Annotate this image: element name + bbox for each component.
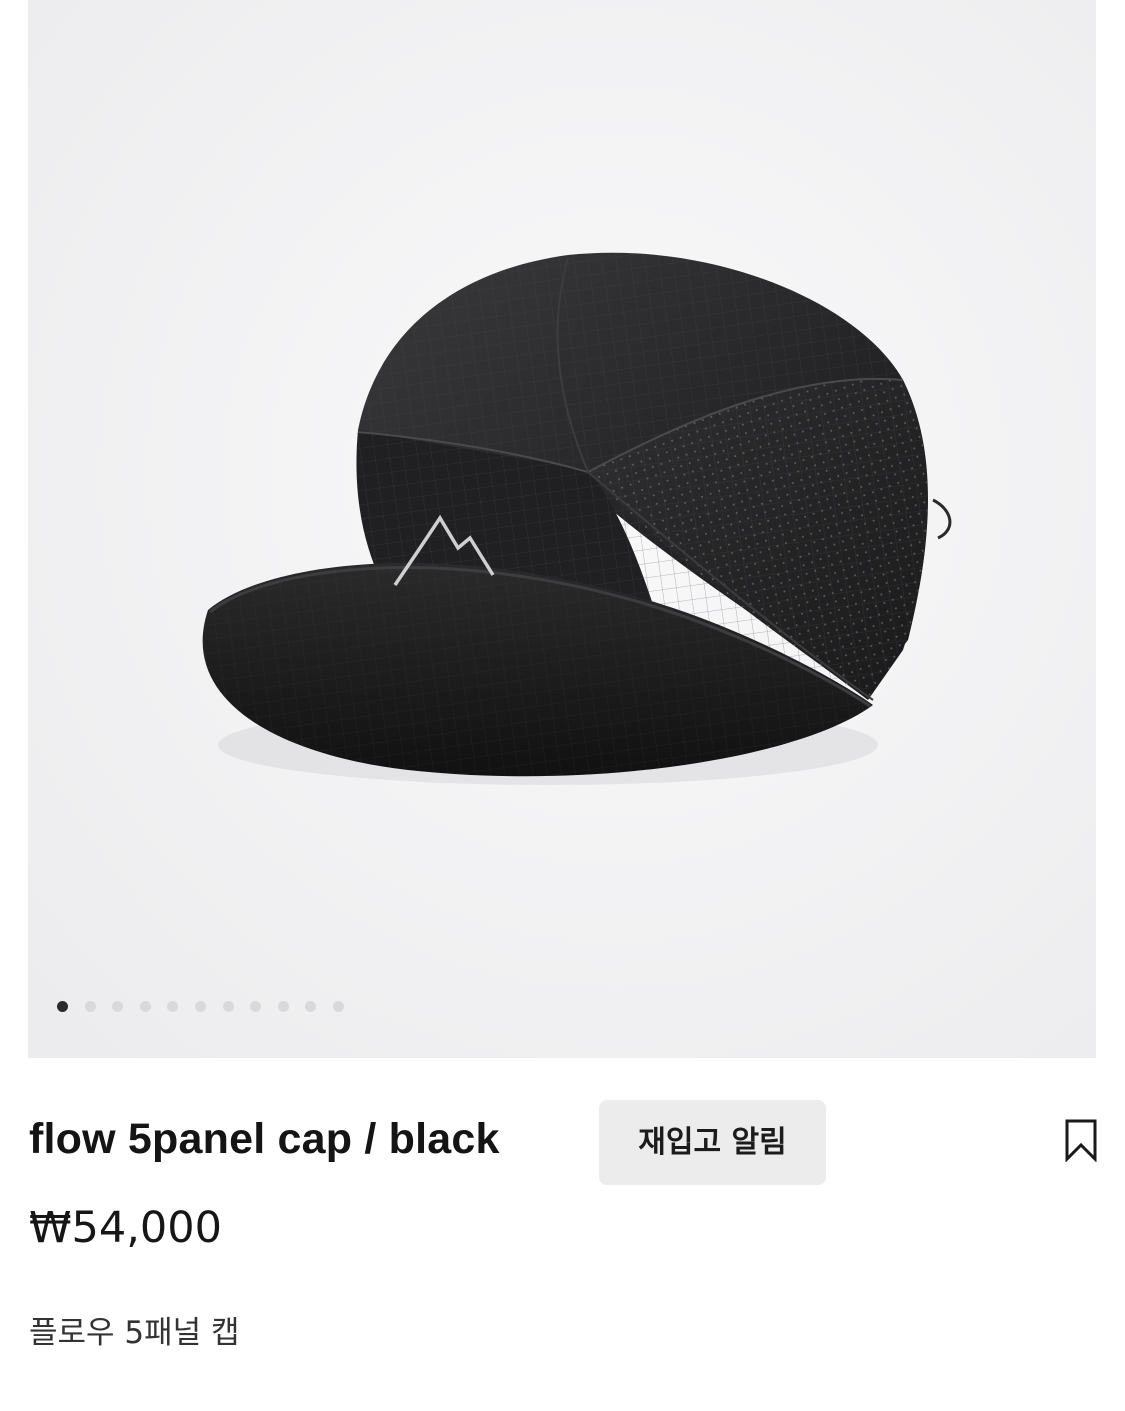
carousel-dot[interactable] <box>250 1001 262 1012</box>
product-korean-name: 플로우 5패널 캡 <box>29 1315 240 1351</box>
bookmark-icon[interactable] <box>1064 1118 1098 1162</box>
product-photo <box>28 0 1096 1058</box>
carousel-dot[interactable] <box>112 1001 124 1012</box>
product-image-gallery[interactable] <box>28 0 1096 1058</box>
carousel-indicators[interactable] <box>57 1001 344 1012</box>
carousel-dot[interactable] <box>277 1001 289 1012</box>
carousel-dot[interactable] <box>332 1001 344 1012</box>
carousel-dot[interactable] <box>84 1001 96 1012</box>
carousel-dot[interactable] <box>305 1001 317 1012</box>
product-price: ₩54,000 <box>29 1203 222 1253</box>
product-title: flow 5panel cap / black <box>29 1115 500 1163</box>
carousel-dot[interactable] <box>139 1001 151 1012</box>
carousel-dot[interactable] <box>194 1001 206 1012</box>
restock-alert-button[interactable]: 재입고 알림 <box>599 1100 826 1185</box>
carousel-dot[interactable] <box>222 1001 234 1012</box>
carousel-dot[interactable] <box>167 1001 179 1012</box>
carousel-dot[interactable] <box>57 1001 68 1012</box>
